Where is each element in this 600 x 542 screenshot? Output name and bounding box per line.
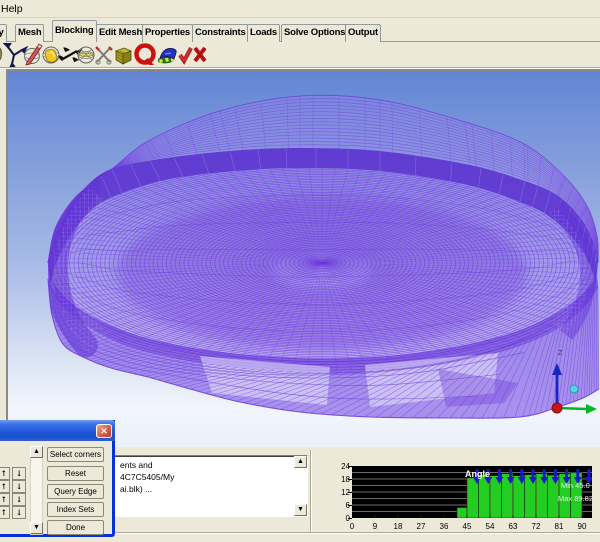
- svg-text:Z: Z: [558, 350, 563, 357]
- svg-text:Max 89.82: Max 89.82: [558, 494, 592, 503]
- svg-text:Angle: Angle: [465, 469, 490, 479]
- svg-text:Min 45.0: Min 45.0: [561, 481, 590, 490]
